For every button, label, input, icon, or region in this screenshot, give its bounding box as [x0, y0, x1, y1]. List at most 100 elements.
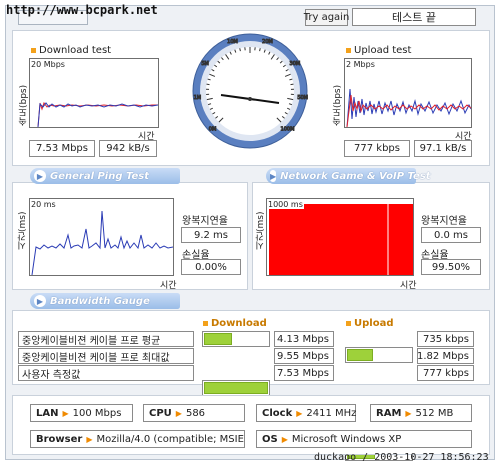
ping-xlabel: 시간	[160, 281, 177, 291]
download-row-value: 9.55 Mbps	[274, 348, 334, 364]
download-row-value: 4.13 Mbps	[274, 331, 334, 347]
ping-scale: 20 ms	[31, 200, 56, 209]
voip-section-header: ▶ Network Game & VoIP Test	[266, 168, 431, 184]
arrow-right-icon: ▶	[34, 295, 46, 307]
ram-info: RAM ▶ 512 MB	[370, 404, 472, 422]
download-bar	[202, 331, 270, 347]
upload-kbs-value: 97.1 kB/s	[414, 140, 472, 157]
upload-bar-fill	[347, 349, 373, 361]
upload-title: Upload test	[346, 45, 411, 56]
upload-chart-svg	[346, 88, 471, 127]
voip-loss-fill	[269, 204, 413, 275]
orange-bullet-icon	[346, 48, 351, 53]
bandwidth-download-header-text: Download	[211, 318, 267, 329]
cpu-label: CPU	[149, 407, 172, 419]
gauge-tick-label: 100M	[281, 126, 295, 132]
gauge-tick-label: 20M	[262, 39, 273, 45]
cpu-info: CPU ▶ 586	[143, 404, 245, 422]
download-kbs-value: 942 kB/s	[99, 140, 157, 157]
triangle-right-icon: ▶	[175, 408, 182, 418]
bandwidth-section-header: ▶ Bandwidth Gauge	[30, 293, 180, 309]
browser-label: Browser	[36, 433, 83, 445]
download-bar-fill	[204, 333, 232, 345]
bandwidth-row-label: 중앙케이블비젼 케이블 프로 최대값	[18, 348, 194, 364]
upload-kbps-value: 777 kbps	[344, 140, 410, 157]
download-title-text: Download test	[39, 45, 112, 56]
upload-scale: 2 Mbps	[346, 60, 375, 69]
voip-delay-label: 왕복지연율	[421, 216, 467, 227]
voip-scale: 1000 ms	[267, 200, 304, 209]
gauge-tick-label: 10M	[227, 39, 238, 45]
voip-title: Network Game & VoIP Test	[280, 170, 431, 182]
ping-title: General Ping Test	[50, 170, 150, 182]
gauge-tick-label: 1M	[194, 95, 202, 101]
gauge-tick-label: 50M	[297, 95, 308, 101]
gauge-tick	[239, 48, 241, 52]
upload-title-text: Upload test	[354, 45, 412, 56]
gauge-tick	[259, 48, 261, 52]
upload-series-red	[346, 94, 471, 127]
watermark: http://www.bcpark.net	[6, 3, 158, 17]
upload-ylabel: 속도(bps)	[333, 84, 343, 126]
ping-section-header: ▶ General Ping Test	[30, 168, 180, 184]
bandwidth-title: Bandwidth Gauge	[50, 295, 150, 307]
ping-ylabel: 시간(ms)	[18, 211, 28, 250]
orange-bullet-icon	[31, 48, 36, 53]
footer-timestamp: duckaoo / 2003-10-27 18:56:23	[314, 452, 489, 463]
download-bar	[202, 380, 270, 396]
ram-value: 512 MB	[415, 407, 454, 419]
browser-info: Browser▶Mozilla/4.0 (compatible; MSIE 6.…	[30, 430, 245, 448]
voip-delay-value: 0.0 ms	[421, 227, 481, 243]
browser-value: Mozilla/4.0 (compatible; MSIE 6.0	[96, 433, 244, 445]
triangle-right-icon: ▶	[62, 408, 69, 418]
arrow-right-icon: ▶	[34, 170, 46, 182]
lan-label: LAN	[36, 407, 59, 419]
triangle-right-icon: ▶	[281, 434, 288, 444]
upload-row-value: 1.82 Mbps	[417, 348, 474, 364]
ping-chart-svg	[31, 210, 173, 275]
voip-chart-svg	[269, 204, 413, 275]
orange-bullet-icon	[203, 321, 208, 326]
ram-label: RAM	[376, 407, 402, 419]
os-label: OS	[262, 433, 278, 445]
download-series-blue	[37, 102, 158, 127]
download-row-value: 7.53 Mbps	[274, 365, 334, 381]
upload-row-value: 777 kbps	[417, 365, 474, 381]
bandwidth-upload-header-text: Upload	[354, 318, 394, 329]
ping-series	[31, 210, 173, 275]
triangle-right-icon: ▶	[405, 408, 412, 418]
cpu-value: 586	[185, 407, 206, 419]
download-chart-svg	[37, 101, 158, 127]
upload-bar	[345, 347, 413, 363]
os-value: Microsoft Windows XP	[291, 433, 402, 445]
bandwidth-upload-header: Upload	[346, 318, 393, 329]
bandwidth-download-header: Download	[203, 318, 267, 329]
clock-info: Clock ▶ 2411 MHz	[256, 404, 356, 422]
ping-loss-value: 0.00%	[181, 259, 241, 275]
gauge-tick-label: 0M	[209, 126, 217, 132]
download-title: Download test	[31, 45, 111, 56]
download-mbps-value: 7.53 Mbps	[29, 140, 95, 157]
clock-label: Clock	[262, 407, 293, 419]
lan-info: LAN ▶ 100 Mbps	[30, 404, 133, 422]
upload-row-value: 735 kbps	[417, 331, 474, 347]
clock-value: 2411 MHz	[306, 407, 357, 419]
triangle-right-icon: ▶	[296, 408, 303, 418]
orange-bullet-icon	[346, 321, 351, 326]
lan-value: 100 Mbps	[72, 407, 122, 419]
voip-chart	[266, 198, 414, 276]
gauge-tick-label: 30M	[290, 61, 301, 67]
triangle-right-icon: ▶	[86, 434, 93, 444]
speed-gauge: 0M 1M 5M 10M 20M 30M 50M 100M	[192, 33, 309, 149]
arrow-right-icon: ▶	[270, 170, 277, 182]
gauge-tick-label: 5M	[201, 61, 209, 67]
try-again-button[interactable]: Try again	[304, 9, 349, 26]
download-bar-fill	[204, 382, 268, 394]
download-scale: 20 Mbps	[31, 60, 65, 69]
bandwidth-row-label: 사용자 측정값	[18, 365, 194, 381]
bandwidth-row-label: 중앙케이블비젼 케이블 프로 평균	[18, 331, 194, 347]
voip-xlabel: 시간	[400, 281, 417, 291]
ping-delay-value: 9.2 ms	[181, 227, 241, 243]
status-display: 테스트 끝	[352, 8, 476, 26]
ping-delay-label: 왕복지연율	[182, 216, 228, 227]
